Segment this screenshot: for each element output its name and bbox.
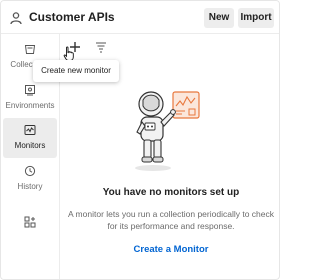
create-monitor-tooltip: Create new monitor bbox=[33, 60, 119, 82]
collections-icon bbox=[24, 45, 36, 54]
empty-state-title: You have no monitors set up bbox=[102, 187, 240, 198]
monitors-icon bbox=[24, 125, 36, 135]
sidebar-item-monitors[interactable]: Monitors bbox=[3, 118, 57, 158]
new-button[interactable]: New bbox=[204, 8, 234, 28]
sidebar-item-label: History bbox=[17, 182, 43, 191]
workspace-header: Customer APIs New Import bbox=[1, 1, 279, 34]
workspace-person-icon bbox=[10, 12, 22, 25]
sidebar-item-history[interactable]: History bbox=[3, 159, 57, 199]
sidebar-item-label: Environments bbox=[5, 101, 55, 110]
app-frame: Customer APIs New Import Collections Env… bbox=[0, 0, 280, 280]
filter-icon[interactable] bbox=[93, 39, 109, 55]
astronaut-illustration bbox=[135, 91, 200, 171]
history-icon bbox=[24, 165, 36, 177]
environments-icon bbox=[25, 85, 35, 96]
import-button[interactable]: Import bbox=[238, 8, 274, 28]
create-monitor-link[interactable]: Create a Monitor bbox=[61, 244, 279, 255]
sidebar-item-environments[interactable]: Environments bbox=[3, 78, 57, 118]
configure-workbench-icon bbox=[24, 216, 36, 228]
empty-state-description: A monitor lets you run a collection peri… bbox=[68, 209, 274, 231]
sidebar-item-label: Monitors bbox=[14, 141, 46, 150]
sidebar-item-configure[interactable] bbox=[3, 204, 57, 244]
workspace-title: Customer APIs bbox=[29, 10, 115, 24]
